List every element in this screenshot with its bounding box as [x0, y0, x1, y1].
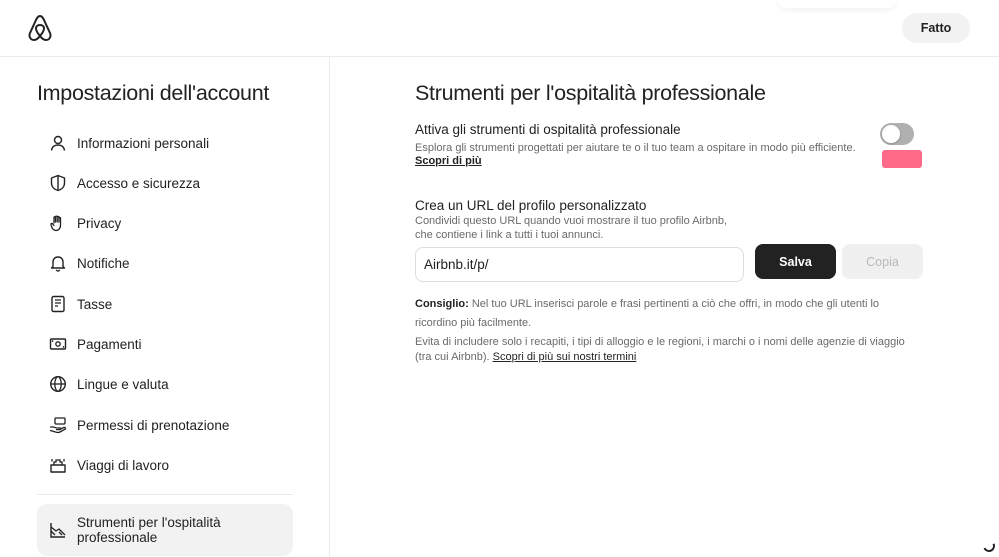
note-text: Evita di includere solo i recapiti, i ti…: [415, 335, 915, 365]
shield-icon: [49, 174, 67, 192]
top-shadow: [778, 0, 896, 8]
professional-tools-description: Esplora gli strumenti progettati per aiu…: [415, 142, 856, 154]
hand-icon: [49, 214, 67, 232]
sidebar-item-booking-permissions[interactable]: Permessi di prenotazione: [37, 405, 293, 445]
page-title: Strumenti per l'ospitalità professionale: [415, 81, 766, 105]
copy-button[interactable]: Copia: [842, 244, 923, 279]
save-button[interactable]: Salva: [755, 244, 836, 279]
sidebar-item-label: Tasse: [77, 296, 113, 312]
learn-more-link[interactable]: Scopri di più: [415, 155, 482, 167]
sidebar-item-label: Notifiche: [77, 255, 130, 271]
sidebar-item-label: Permessi di prenotazione: [77, 417, 230, 433]
sidebar-item-label: Accesso e sicurezza: [77, 175, 201, 191]
tip-body: Nel tuo URL inserisci parole e frasi per…: [415, 298, 880, 329]
profile-url-title: Crea un URL del profilo personalizzato: [415, 198, 647, 213]
document-icon: [49, 295, 67, 313]
globe-icon: [49, 375, 67, 393]
settings-sidebar: Impostazioni dell'account Informazioni p…: [0, 57, 330, 557]
top-bar: Fatto: [0, 0, 999, 57]
profile-url-input[interactable]: [415, 247, 744, 282]
terms-link[interactable]: Scopri di più sui nostri termini: [493, 351, 637, 363]
bell-icon: [49, 254, 67, 272]
briefcase-icon: [49, 456, 67, 474]
profile-url-description-line1: Condividi questo URL quando vuoi mostrar…: [415, 215, 728, 227]
money-icon: [49, 335, 67, 353]
done-button[interactable]: Fatto: [902, 13, 970, 43]
main-content: Strumenti per l'ospitalità professionale…: [331, 57, 999, 557]
sidebar-item-business-travel[interactable]: Viaggi di lavoro: [37, 445, 293, 485]
sidebar-item-label: Lingue e valuta: [77, 376, 169, 392]
chart-icon: [49, 521, 67, 539]
redaction-mark: [882, 150, 922, 168]
toggle-knob: [882, 125, 900, 143]
tip-text: Consiglio: Nel tuo URL inserisci parole …: [415, 295, 895, 333]
sidebar-divider: [37, 494, 293, 495]
sidebar-item-languages[interactable]: Lingue e valuta: [37, 364, 293, 404]
sidebar-item-privacy[interactable]: Privacy: [37, 203, 293, 243]
sidebar-item-notifications[interactable]: Notifiche: [37, 243, 293, 283]
sidebar-item-personal-info[interactable]: Informazioni personali: [37, 123, 293, 163]
profile-url-description-line2: che contiene i link a tutti i tuoi annun…: [415, 229, 604, 241]
tip-label: Consiglio:: [415, 298, 469, 310]
sidebar-item-label: Informazioni personali: [77, 135, 210, 151]
profile-url-description: Condividi questo URL quando vuoi mostrar…: [415, 214, 745, 242]
hand-money-icon: [49, 416, 67, 434]
sidebar-item-label: Pagamenti: [77, 336, 142, 352]
sidebar-item-security[interactable]: Accesso e sicurezza: [37, 163, 293, 203]
professional-tools-title: Attiva gli strumenti di ospitalità profe…: [415, 122, 681, 137]
professional-tools-toggle[interactable]: [880, 123, 914, 145]
person-icon: [49, 134, 67, 152]
sidebar-item-payments[interactable]: Pagamenti: [37, 324, 293, 364]
sidebar-item-label: Strumenti per l'ospitalità professionale: [77, 515, 221, 545]
sidebar-item-label: Viaggi di lavoro: [77, 457, 170, 473]
sidebar-item-label: Privacy: [77, 215, 122, 231]
note-body: Evita di includere solo i recapiti, i ti…: [415, 336, 905, 363]
airbnb-logo-icon[interactable]: [27, 14, 53, 42]
sidebar-title: Impostazioni dell'account: [37, 81, 270, 105]
sidebar-item-professional-hosting[interactable]: Strumenti per l'ospitalità professionale: [37, 504, 293, 556]
sidebar-item-taxes[interactable]: Tasse: [37, 284, 293, 324]
